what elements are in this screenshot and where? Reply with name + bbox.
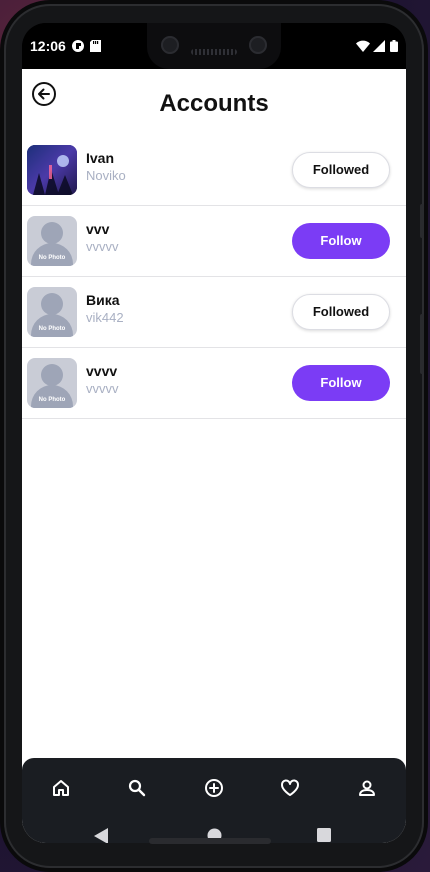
account-username: Noviko: [86, 168, 126, 183]
bottom-speaker-grille: [149, 838, 271, 844]
home-icon[interactable]: [51, 778, 71, 798]
avatar[interactable]: No Photo: [27, 358, 77, 408]
avatar[interactable]: [27, 145, 77, 195]
front-camera-icon: [249, 36, 267, 54]
sd-card-icon: [90, 39, 102, 52]
back-triangle-icon[interactable]: [94, 828, 108, 843]
account-name: vvv: [86, 221, 110, 237]
account-name: Ivan: [86, 150, 115, 166]
account-row[interactable]: No Photo vvvv vvvvv Follow: [22, 348, 406, 419]
signal-icon: [373, 39, 385, 52]
earpiece-speaker: [191, 49, 237, 55]
follow-button[interactable]: Follow: [292, 365, 390, 401]
bottom-navigation: [22, 758, 406, 843]
status-time: 12:06: [30, 38, 66, 54]
avatar-placeholder-head: [41, 222, 63, 244]
wifi-icon: [356, 39, 370, 52]
avatar[interactable]: No Photo: [27, 216, 77, 266]
account-name: vvvv: [86, 363, 118, 379]
power-button: [420, 314, 424, 374]
page-title: Accounts: [159, 90, 269, 117]
add-post-icon[interactable]: [204, 778, 224, 798]
followed-button[interactable]: Followed: [292, 294, 390, 330]
front-camera-icon: [161, 36, 179, 54]
account-row[interactable]: No Photo vvv vvvvv Follow: [22, 206, 406, 277]
concert-photo-image: [27, 145, 77, 195]
account-row[interactable]: Ivan Noviko Followed: [22, 135, 406, 206]
volume-button: [420, 204, 424, 238]
account-username: vik442: [86, 310, 124, 325]
no-photo-label: No Photo: [38, 397, 66, 403]
avatar[interactable]: No Photo: [27, 287, 77, 337]
notification-app-icon: [72, 39, 84, 52]
followed-button[interactable]: Followed: [292, 152, 390, 188]
account-row[interactable]: No Photo Вика vik442 Followed: [22, 277, 406, 348]
profile-icon[interactable]: [357, 778, 377, 798]
heart-icon[interactable]: [280, 778, 300, 798]
avatar-placeholder-head: [41, 293, 63, 315]
search-icon[interactable]: [127, 778, 147, 798]
account-username: vvvvv: [86, 239, 119, 254]
status-bar: 12:06: [22, 23, 406, 69]
no-photo-label: No Photo: [38, 255, 66, 261]
account-name: Вика: [86, 292, 120, 308]
account-username: vvvvv: [86, 381, 119, 396]
app-content: Accounts Ivan Noviko Followed No Photo v…: [22, 69, 406, 843]
camera-notch: [147, 23, 281, 69]
no-photo-label: No Photo: [38, 326, 66, 332]
recents-square-icon[interactable]: [317, 828, 331, 843]
battery-icon: [390, 39, 398, 52]
follow-button[interactable]: Follow: [292, 223, 390, 259]
accounts-list: Ivan Noviko Followed No Photo vvv vvvvv …: [22, 135, 406, 419]
avatar-placeholder-head: [41, 364, 63, 386]
phone-screen: 12:06 Accounts Ivan Noviko Followed No P…: [22, 23, 406, 843]
